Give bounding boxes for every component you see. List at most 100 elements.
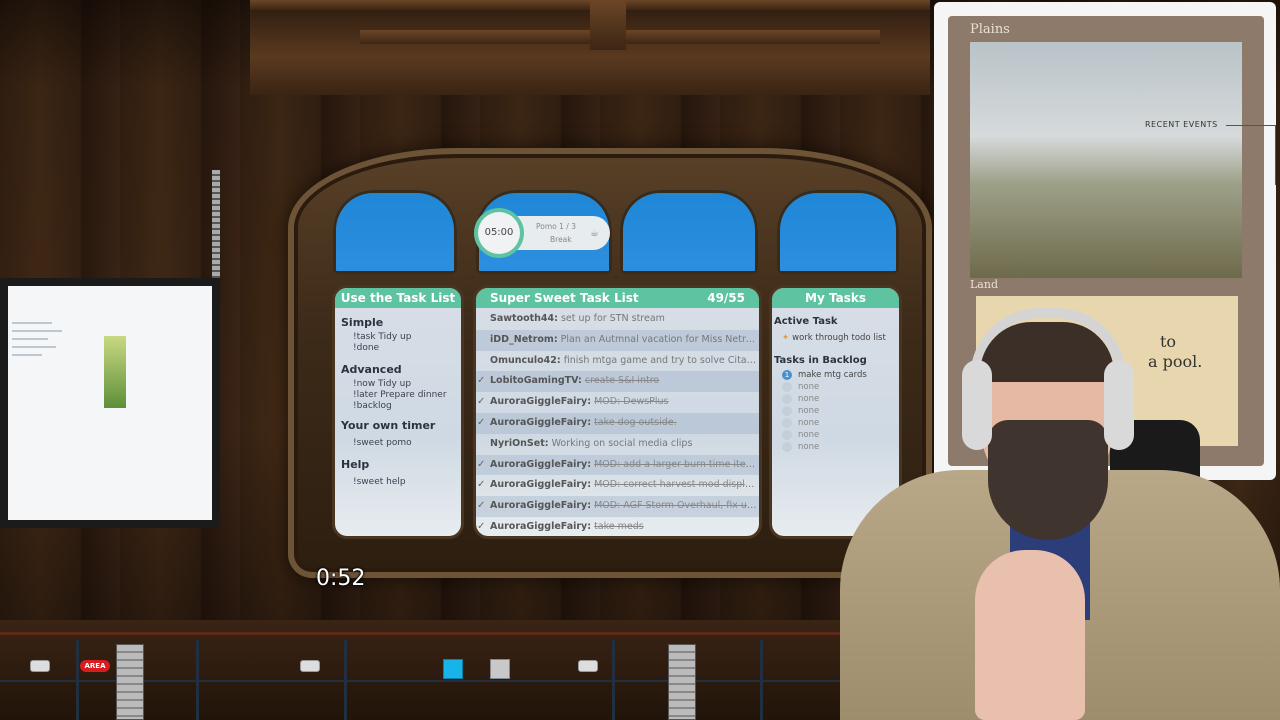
backlog-text: none [798, 394, 820, 404]
section-title: Your own timer [341, 419, 436, 432]
checkmark-icon: ✓ [477, 479, 486, 491]
window-pane [333, 190, 457, 274]
section-title: Help [341, 458, 370, 471]
section-title: Advanced [341, 363, 402, 376]
task-text: Working on social media clips [551, 437, 693, 449]
person-hands [975, 550, 1085, 720]
monitor-image [104, 336, 126, 408]
recent-events-line [1226, 125, 1276, 126]
task-user: NyriOnSet: [490, 437, 549, 449]
task-row: Sawtooth44: set up for STN stream [476, 309, 759, 330]
card-type: Land [970, 278, 998, 291]
task-row: ✓ AuroraGiggleFairy: MOD: DewsPlus [476, 392, 759, 413]
backlog-number-badge [782, 406, 792, 416]
task-row: Omunculo42: finish mtga game and try to … [476, 351, 759, 372]
task-count: 49/55 [707, 291, 745, 305]
checkmark-icon: ✓ [477, 416, 486, 428]
command-text: !done [353, 343, 380, 353]
star-icon: ✦ [782, 333, 790, 343]
command-text: !backlog [353, 401, 392, 411]
task-text: MOD: DewsPlus [594, 396, 669, 408]
task-row: iDD_Netrom: Plan an Autmnal vacation for… [476, 329, 759, 351]
task-text: Plan an Autmnal vacation for Miss Netro.… [560, 333, 759, 345]
post [196, 640, 199, 720]
coffee-cup-icon: ☕ [590, 228, 599, 239]
task-text: MOD: AGF Storm Overhaul, fix up t... [594, 500, 759, 512]
pomo-status: Break [550, 235, 572, 244]
ceiling-beam [590, 0, 626, 50]
task-list-title: Super Sweet Task List [490, 291, 639, 305]
task-text: MOD: correct harvest mod display ... [594, 479, 759, 491]
command-text: !sweet help [353, 477, 406, 487]
task-list-panel: Super Sweet Task List 49/55 Sawtooth44: … [476, 288, 759, 536]
pomo-timer-widget: 05:00 Pomo 1 / 3 Break ☕ [478, 212, 610, 254]
command-text: !now Tidy up [353, 379, 412, 389]
task-user: AuroraGiggleFairy: [490, 500, 592, 512]
task-user: Sawtooth44: [490, 313, 558, 324]
lamp-icon [300, 660, 320, 672]
checkmark-icon: ✓ [477, 500, 486, 512]
person-beard [988, 420, 1108, 540]
post [76, 640, 79, 720]
command-text: !sweet pomo [353, 438, 412, 448]
monitor-text-line [12, 322, 52, 324]
headphone-left [962, 360, 992, 450]
help-panel: Use the Task List Simple !task Tidy up !… [335, 288, 461, 536]
wall-monitor [0, 278, 220, 528]
monitor-text-line [12, 338, 48, 340]
backlog-number-badge [782, 418, 792, 428]
task-row: NyriOnSet: Working on social media clips [476, 434, 759, 455]
task-user: AuroraGiggleFairy: [490, 416, 592, 428]
backlog-number-badge [782, 442, 792, 452]
task-user: AuroraGiggleFairy: [490, 458, 592, 470]
grey-block [490, 659, 510, 679]
task-text: MOD: add a larger burn time item f... [594, 458, 759, 470]
task-user: AuroraGiggleFairy: [490, 396, 592, 408]
task-text: create S&I intro [584, 375, 660, 387]
server-rack [668, 644, 696, 720]
monitor-text-line [12, 330, 62, 332]
headphone-right [1104, 360, 1134, 450]
server-rack [116, 644, 144, 720]
task-row: ✓ AuroraGiggleFairy: take meds [476, 517, 759, 536]
backlog-text: none [798, 430, 820, 440]
checkmark-icon: ✓ [477, 458, 486, 470]
post [344, 640, 347, 720]
rail [0, 632, 880, 635]
task-row: ✓ AuroraGiggleFairy: MOD: AGF Storm Overh… [476, 496, 759, 517]
monitor-text-line [12, 354, 42, 356]
task-row: ✓ AuroraGiggleFairy: MOD: correct harvest… [476, 475, 759, 496]
lamp-icon [30, 660, 50, 672]
command-text: !later Prepare dinner [353, 390, 447, 400]
task-row: ✓ AuroraGiggleFairy: take dog outside. [476, 412, 759, 434]
checkmark-icon: ✓ [477, 396, 486, 408]
task-rows: Sawtooth44: set up for STN stream iDD_Net… [476, 308, 759, 536]
recent-events-line [1275, 125, 1276, 185]
task-text: take dog outside. [594, 416, 677, 428]
backlog-number-badge [782, 394, 792, 404]
backlog-text: none [798, 406, 820, 416]
task-row: ✓ AuroraGiggleFairy: MOD: add a larger bu… [476, 454, 759, 476]
monitor-text-line [12, 346, 56, 348]
task-user: Omunculo42: [490, 354, 561, 366]
recent-events-label: RECENT EVENTS [1145, 120, 1218, 129]
section-title: Simple [341, 316, 384, 329]
task-user: LobitoGamingTV: [490, 375, 582, 387]
task-user: iDD_Netrom: [490, 333, 558, 345]
card-name: Plains [970, 22, 1010, 37]
blue-block [443, 659, 463, 679]
task-row: ✓ LobitoGamingTV: create S&I intro [476, 371, 759, 393]
task-text: finish mtga game and try to solve Citad.… [563, 354, 759, 366]
post [612, 640, 615, 720]
task-text: take meds [594, 520, 644, 532]
checkmark-icon: ✓ [477, 520, 486, 532]
stream-timer: 0:52 [316, 566, 366, 591]
backlog-text: none [798, 418, 820, 428]
pomo-time: 05:00 [478, 212, 520, 254]
task-text: set up for STN stream [560, 313, 665, 324]
backlog-text: none [798, 382, 820, 392]
backlog-text: none [798, 442, 820, 452]
area-sign: AREA [80, 660, 110, 672]
post [760, 640, 763, 720]
webcam-feed [820, 300, 1280, 720]
